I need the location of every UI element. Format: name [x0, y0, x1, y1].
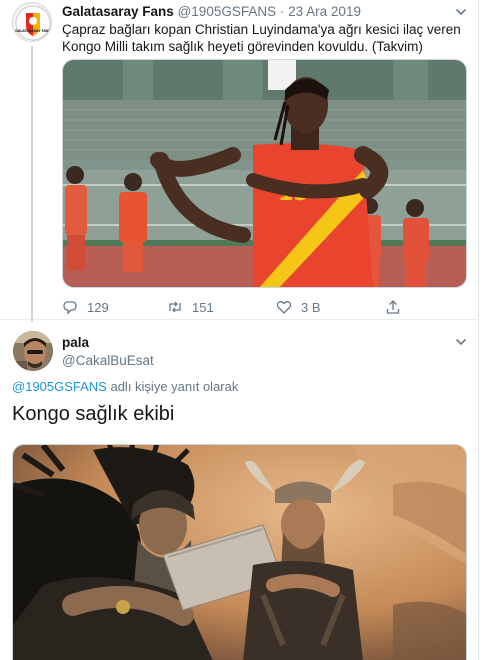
share-action[interactable] [385, 298, 401, 316]
heart-icon [276, 301, 292, 314]
tweet-galatasaray-fans[interactable]: GALATASARAY FANS Galatasaray Fans @1905G… [0, 0, 478, 322]
replying-to: @1905GSFANS adlı kişiye yanıt olarak [12, 379, 238, 395]
reply-count: 129 [87, 299, 109, 315]
chevron-down-icon[interactable] [454, 335, 468, 349]
tweet-text: Kongo sağlık ekibi [12, 403, 175, 425]
tweet-photo-football-player[interactable]: 15 [62, 59, 467, 288]
avatar-galatasaray-fans[interactable]: GALATASARAY FANS [12, 2, 52, 42]
author-name[interactable]: Galatasaray Fans [62, 4, 174, 19]
author-name[interactable]: pala [62, 334, 89, 351]
reply-icon [63, 301, 77, 315]
tweet-date[interactable]: 23 Ara 2019 [288, 4, 361, 19]
frame-border [478, 0, 479, 660]
tweet-photo-movie-scene[interactable] [12, 444, 467, 660]
author-handle[interactable]: @1905GSFANS [178, 4, 277, 19]
reply-mention-link[interactable]: @1905GSFANS [12, 379, 107, 394]
reply-action[interactable]: 129 [62, 298, 109, 316]
separator-dot: · [279, 4, 285, 19]
reply-suffix: adlı kişiye yanıt olarak [106, 379, 239, 394]
avatar-pala[interactable] [13, 331, 53, 371]
like-action[interactable]: 3 B [276, 298, 321, 316]
thread-connector-line [31, 46, 33, 322]
retweet-action[interactable]: 151 [167, 298, 214, 316]
chevron-down-icon[interactable] [454, 5, 468, 19]
retweet-count: 151 [192, 299, 214, 315]
tweet1-header: Galatasaray Fans @1905GSFANS · 23 Ara 20… [62, 3, 361, 21]
tweet-actions: 129 151 3 B [62, 298, 462, 316]
avatar-logo-text: GALATASARAY FANS [15, 29, 51, 33]
author-handle[interactable]: @CakalBuEsat [62, 352, 154, 369]
like-count: 3 B [301, 299, 321, 315]
share-icon [386, 300, 400, 314]
retweet-icon [169, 301, 181, 313]
tweet-text: Çapraz bağları kopan Christian Luyindama… [62, 22, 461, 54]
